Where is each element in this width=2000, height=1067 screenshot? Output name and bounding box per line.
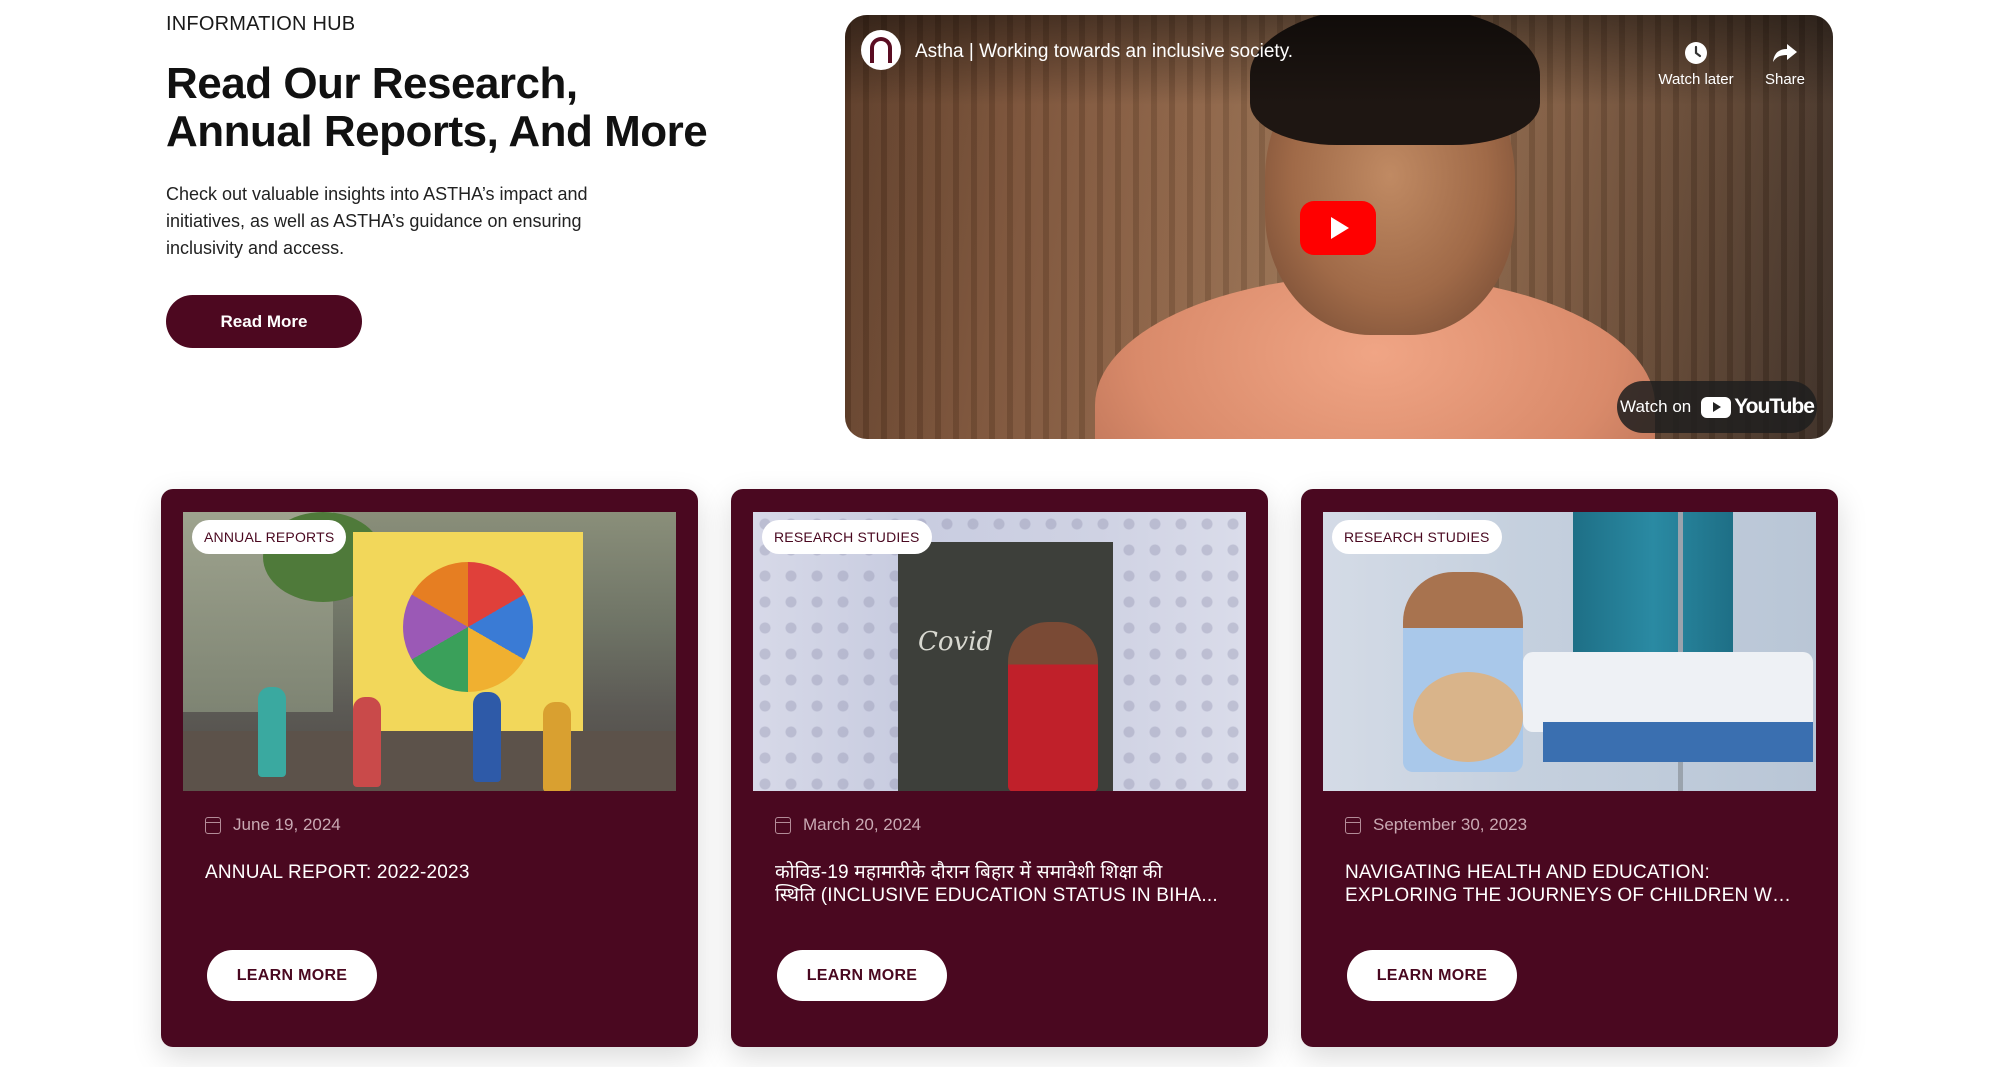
card-date: September 30, 2023 <box>1345 815 1527 835</box>
card-title[interactable]: ANNUAL REPORT: 2022-2023 <box>205 861 655 884</box>
watch-later-label: Watch later <box>1658 71 1734 88</box>
category-badge[interactable]: RESEARCH STUDIES <box>1332 520 1502 554</box>
card-title-line-1: ANNUAL REPORT: 2022-2023 <box>205 862 470 883</box>
card-date: March 20, 2024 <box>775 815 921 835</box>
play-icon <box>1331 217 1349 239</box>
share-label: Share <box>1764 71 1806 88</box>
card-date: June 19, 2024 <box>205 815 341 835</box>
card-title-line-2: EXPLORING THE JOURNEYS OF CHILDREN WIT..… <box>1345 885 1795 906</box>
card-title[interactable]: कोविड-19 महामारीके दौरान बिहार में समावे… <box>775 861 1225 907</box>
card-title-line-2: स्थिति (INCLUSIVE EDUCATION STATUS IN BI… <box>775 885 1218 906</box>
play-button[interactable] <box>1300 201 1376 255</box>
calendar-icon <box>775 816 791 834</box>
section-description: Check out valuable insights into ASTHA’s… <box>166 184 588 258</box>
youtube-video-embed[interactable]: Astha | Working towards an inclusive soc… <box>845 15 1833 439</box>
share-arrow-icon <box>1773 44 1797 62</box>
publication-card: RESEARCH STUDIES September 30, 2023 NAVI… <box>1301 489 1838 1047</box>
calendar-icon <box>1345 816 1361 834</box>
card-title[interactable]: NAVIGATING HEALTH AND EDUCATION: EXPLORI… <box>1345 861 1795 907</box>
share-button[interactable]: Share <box>1755 41 1815 88</box>
channel-logo-icon[interactable] <box>861 30 901 70</box>
card-title-line-1: कोविड-19 महामारीके दौरान बिहार में समावे… <box>775 862 1163 883</box>
clock-icon <box>1685 42 1707 64</box>
learn-more-button[interactable]: LEARN MORE <box>207 950 377 1001</box>
watch-on-label: Watch on <box>1620 397 1692 416</box>
card-date-text: June 19, 2024 <box>233 815 341 834</box>
read-more-button[interactable]: Read More <box>166 295 362 348</box>
section-eyebrow: INFORMATION HUB <box>166 13 356 35</box>
calendar-icon <box>205 816 221 834</box>
card-title-line-1: NAVIGATING HEALTH AND EDUCATION: <box>1345 862 1710 883</box>
publication-card: ANNUAL REPORTS June 19, 2024 ANNUAL REPO… <box>161 489 698 1047</box>
section-heading: Read Our Research, Annual Reports, And M… <box>166 59 708 156</box>
learn-more-button[interactable]: LEARN MORE <box>777 950 947 1001</box>
category-badge[interactable]: ANNUAL REPORTS <box>192 520 347 554</box>
youtube-wordmark: YouTube <box>1734 395 1815 418</box>
watch-on-youtube-button[interactable]: Watch on YouTube <box>1617 381 1817 433</box>
video-title[interactable]: Astha | Working towards an inclusive soc… <box>915 41 1293 63</box>
chalkboard-word: Covid <box>918 627 994 657</box>
learn-more-button[interactable]: LEARN MORE <box>1347 950 1517 1001</box>
card-date-text: September 30, 2023 <box>1373 815 1528 834</box>
card-date-text: March 20, 2024 <box>803 815 922 834</box>
publication-card: Covid RESEARCH STUDIES March 20, 2024 को… <box>731 489 1268 1047</box>
youtube-logo-icon: YouTube <box>1701 395 1815 419</box>
watch-later-button[interactable]: Watch later <box>1651 41 1741 88</box>
category-badge[interactable]: RESEARCH STUDIES <box>762 520 932 554</box>
